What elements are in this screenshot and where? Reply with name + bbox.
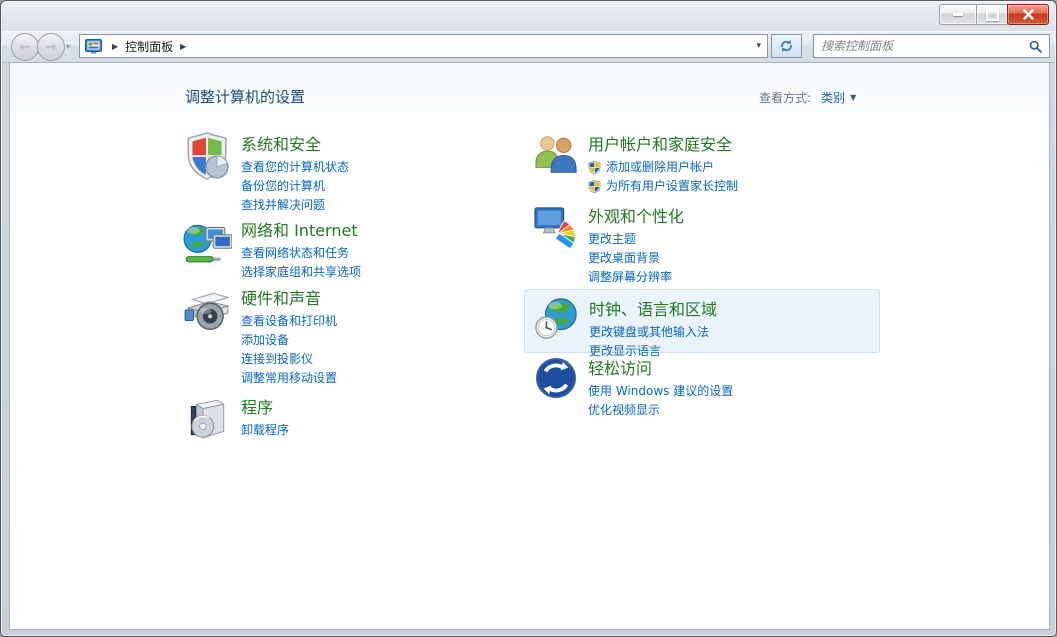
category-title[interactable]: 系统和安全: [241, 131, 349, 155]
forward-button[interactable]: →: [37, 33, 65, 61]
breadcrumb-root[interactable]: 控制面板: [125, 38, 173, 55]
task-link[interactable]: 更改键盘或其他输入法: [589, 323, 717, 341]
category-links: 查看设备和打印机 添加设备 连接到投影仪 调整常用移动设置: [241, 312, 337, 388]
category-links: 卸载程序: [241, 421, 289, 440]
window-controls: [940, 4, 1049, 25]
task-link[interactable]: 调整屏幕分辨率: [588, 268, 684, 286]
ease-of-access-icon: [533, 355, 579, 401]
category-links: 更改主题 更改桌面背景 调整屏幕分辨率: [588, 230, 684, 287]
search-box: [813, 34, 1050, 58]
back-button[interactable]: ←: [11, 33, 39, 61]
task-link[interactable]: 备份您的计算机: [241, 177, 349, 195]
section-system-security: 系统和安全 查看您的计算机状态 备份您的计算机 查找并解决问题: [182, 131, 349, 215]
search-icon[interactable]: [1029, 40, 1042, 53]
forward-arrow-icon: →: [46, 40, 57, 55]
view-by-control: 查看方式: 类别 ▼: [759, 89, 856, 106]
control-panel-window: ← → ▾ ▶ 控制面板 ▶ ▾: [0, 0, 1057, 637]
category-links: 查看您的计算机状态 备份您的计算机 查找并解决问题: [241, 158, 349, 215]
hardware-sound-icon: [182, 285, 232, 335]
category-title[interactable]: 用户帐户和家庭安全: [588, 131, 738, 155]
view-by-dropdown[interactable]: 类别: [821, 89, 845, 106]
address-dropdown-icon[interactable]: ▾: [756, 41, 761, 51]
section-network-internet: 网络和 Internet 查看网络状态和任务 选择家庭组和共享选项: [182, 217, 361, 282]
category-title[interactable]: 网络和 Internet: [241, 217, 361, 241]
programs-icon: [182, 394, 232, 444]
breadcrumb-chevron-icon[interactable]: ▶: [112, 42, 118, 51]
task-link[interactable]: 更改主题: [588, 230, 684, 248]
category-title[interactable]: 外观和个性化: [588, 203, 684, 227]
category-title[interactable]: 时钟、语言和区域: [589, 296, 717, 320]
refresh-icon: [779, 39, 794, 53]
task-link[interactable]: 查找并解决问题: [241, 196, 349, 214]
task-link[interactable]: 查看您的计算机状态: [241, 158, 349, 176]
control-panel-icon: [85, 39, 102, 54]
category-links: 添加或删除用户帐户 为所有用户设置家长控制: [588, 158, 738, 196]
screen: ← → ▾ ▶ 控制面板 ▶ ▾: [0, 0, 1057, 637]
category-title[interactable]: 程序: [241, 394, 289, 418]
titlebar[interactable]: [1, 1, 1056, 31]
recent-pages-dropdown[interactable]: ▾: [66, 42, 70, 51]
section-programs: 程序 卸载程序: [182, 394, 289, 444]
category-links: 使用 Windows 建议的设置 优化视频显示: [588, 382, 733, 420]
section-clock-language-region: 时钟、语言和区域 更改键盘或其他输入法 更改显示语言: [524, 289, 880, 353]
section-hardware-sound: 硬件和声音 查看设备和打印机 添加设备 连接到投影仪 调整常用移动设置: [182, 285, 337, 388]
task-link[interactable]: 选择家庭组和共享选项: [241, 263, 361, 281]
section-user-accounts: 用户帐户和家庭安全 添加或删除用户帐户 为所有用户设置家长控制: [533, 131, 738, 196]
navigation-toolbar: ← → ▾ ▶ 控制面板 ▶ ▾: [2, 31, 1055, 63]
network-internet-icon: [182, 217, 232, 267]
minimize-button[interactable]: [939, 4, 977, 25]
task-link[interactable]: 添加设备: [241, 331, 337, 349]
uac-shield-icon: [588, 161, 601, 174]
task-link[interactable]: 查看网络状态和任务: [241, 244, 361, 262]
close-button[interactable]: [1007, 4, 1049, 25]
search-input[interactable]: [814, 39, 1029, 53]
address-bar[interactable]: ▶ 控制面板 ▶ ▾: [79, 34, 768, 58]
back-arrow-icon: ←: [20, 40, 31, 55]
section-ease-of-access: 轻松访问 使用 Windows 建议的设置 优化视频显示: [533, 355, 733, 420]
task-link[interactable]: 添加或删除用户帐户: [588, 158, 738, 176]
close-icon: [1023, 9, 1034, 20]
task-link[interactable]: 卸载程序: [241, 421, 289, 439]
page-title: 调整计算机的设置: [185, 86, 305, 107]
maximize-button[interactable]: [976, 4, 1008, 25]
user-accounts-icon: [533, 131, 579, 177]
uac-shield-icon: [588, 180, 601, 193]
clock-language-region-icon: [534, 296, 580, 342]
task-link[interactable]: 更改桌面背景: [588, 249, 684, 267]
category-title[interactable]: 轻松访问: [588, 355, 733, 379]
breadcrumb-chevron-icon[interactable]: ▶: [180, 42, 186, 51]
task-link[interactable]: 调整常用移动设置: [241, 369, 337, 387]
task-link[interactable]: 查看设备和打印机: [241, 312, 337, 330]
maximize-icon: [986, 8, 999, 21]
refresh-button[interactable]: [771, 34, 802, 58]
task-link[interactable]: 连接到投影仪: [241, 350, 337, 368]
task-link[interactable]: 为所有用户设置家长控制: [588, 177, 738, 195]
category-links: 查看网络状态和任务 选择家庭组和共享选项: [241, 244, 361, 282]
system-security-icon: [182, 131, 232, 181]
chevron-down-icon[interactable]: ▼: [850, 93, 856, 102]
task-link[interactable]: 优化视频显示: [588, 401, 733, 419]
minimize-icon: [953, 13, 963, 16]
section-appearance-personalization: 外观和个性化 更改主题 更改桌面背景 调整屏幕分辨率: [533, 203, 684, 287]
category-title[interactable]: 硬件和声音: [241, 285, 337, 309]
view-by-label: 查看方式:: [759, 89, 811, 106]
control-panel-home: 调整计算机的设置 查看方式: 类别 ▼ 系统和安全 查: [9, 62, 1050, 630]
appearance-personalization-icon: [533, 203, 579, 249]
task-link[interactable]: 使用 Windows 建议的设置: [588, 382, 733, 400]
